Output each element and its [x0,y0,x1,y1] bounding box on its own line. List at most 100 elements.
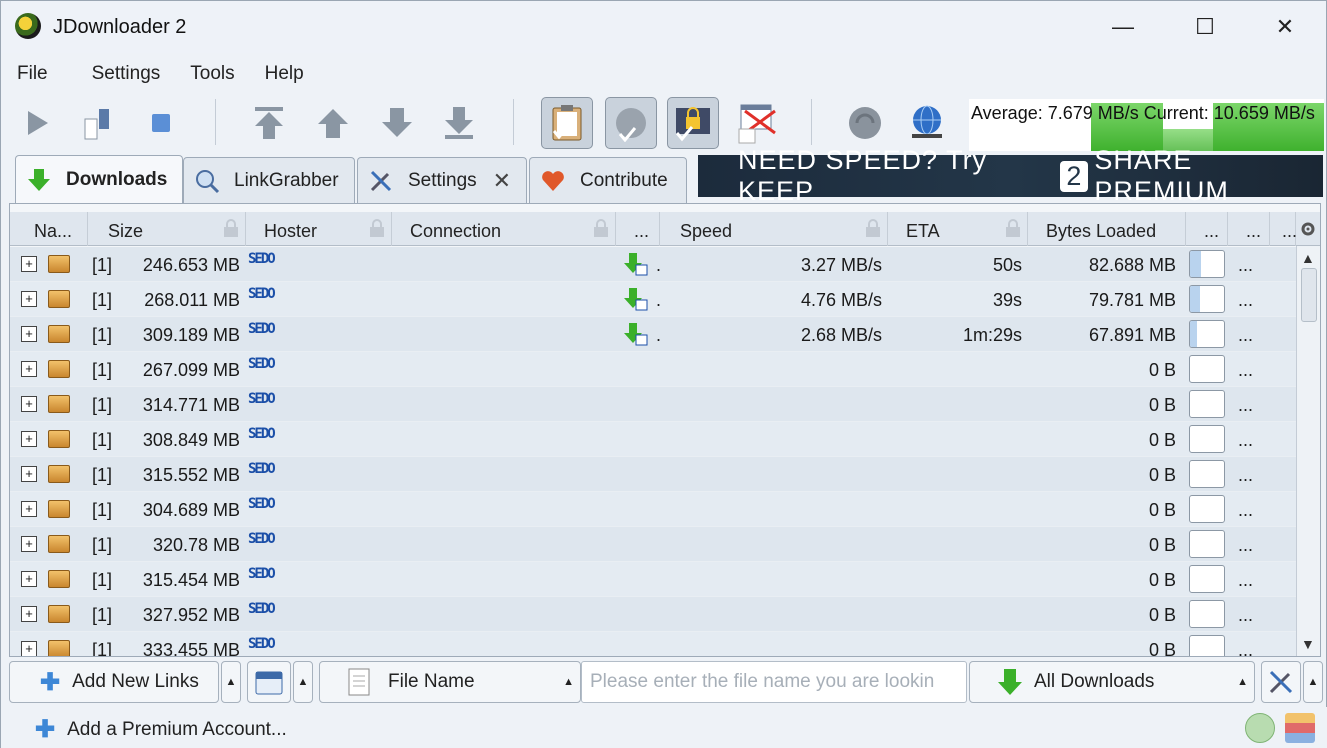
column-header-hoster[interactable]: Hoster [246,212,392,246]
table-row[interactable]: + [1] 268.011 MB SEDO. 4.76 MB/s 39s 79.781 MB… [10,282,1296,317]
package-tools-menu-button[interactable]: ▲ [293,661,313,703]
table-row[interactable]: + [1] 315.454 MB SEDO 0 B... [10,562,1296,597]
premium-toggle[interactable] [667,97,719,149]
file-count: [1] [92,360,113,380]
scroll-down-icon[interactable]: ▼ [1301,636,1315,652]
table-row[interactable]: + [1] 309.189 MB SEDO. 2.68 MB/s 1m:29s 67.891… [10,317,1296,352]
expand-icon[interactable]: + [21,396,37,412]
table-row[interactable]: + [1] 246.653 MB SEDO. 3.27 MB/s 50s 82.688 MB… [10,247,1296,282]
start-downloads-button[interactable] [11,97,63,149]
menu-file[interactable]: File [1,57,64,91]
reconnect-button[interactable] [839,97,891,149]
more-options[interactable]: ... [1238,500,1253,521]
progress-bar [1189,600,1225,628]
package-icon [48,430,70,448]
more-options[interactable]: ... [1238,290,1253,311]
column-header-eta[interactable]: ETA [888,212,1028,246]
more-options[interactable]: ... [1238,395,1253,416]
more-options[interactable]: ... [1238,430,1253,451]
download-filter-select[interactable]: All Downloads ▲ [969,661,1255,703]
download-eta: 50s [992,255,1022,275]
clipboard-observer-toggle[interactable] [541,97,593,149]
extraction-status-icon[interactable] [1285,713,1315,743]
move-to-top-button[interactable] [243,97,295,149]
expand-icon[interactable]: + [21,501,37,517]
more-options[interactable]: ... [1238,360,1253,381]
table-row[interactable]: + [1] 308.849 MB SEDO 0 B... [10,422,1296,457]
stop-downloads-button[interactable] [135,97,187,149]
update-button[interactable] [901,97,953,149]
table-row[interactable]: + [1] 320.78 MB SEDO 0 B... [10,527,1296,562]
scroll-up-icon[interactable]: ▲ [1301,250,1315,266]
maximize-button[interactable]: ☐ [1181,9,1229,45]
column-header-extra[interactable]: ... [616,212,660,246]
hoster-logo-icon: SEDO [248,251,276,267]
move-up-button[interactable] [307,97,359,149]
add-new-links-button[interactable]: ✚ Add New Links [9,661,219,703]
minimize-button[interactable]: — [1099,9,1147,45]
silent-mode-toggle[interactable] [731,97,783,149]
more-options[interactable]: ... [1238,325,1253,346]
menu-tools[interactable]: Tools [176,57,250,91]
premium-banner[interactable]: NEED SPEED? Try KEEP 2 SHARE PREMIUM [698,145,1323,206]
lock-icon [369,218,385,238]
close-button[interactable]: ✕ [1261,9,1309,45]
table-row[interactable]: + [1] 315.552 MB SEDO 0 B... [10,457,1296,492]
column-header-hoster-label: Hoster [264,221,318,241]
menu-settings[interactable]: Settings [64,57,177,91]
expand-icon[interactable]: + [21,256,37,272]
expand-icon[interactable]: + [21,291,37,307]
table-row[interactable]: + [1] 314.771 MB SEDO 0 B... [10,387,1296,422]
more-options[interactable]: ... [1238,570,1253,591]
progress-bar [1189,530,1225,558]
table-row[interactable]: + [1] 304.689 MB SEDO 0 B... [10,492,1296,527]
table-row[interactable]: + [1] 267.099 MB SEDO 0 B... [10,352,1296,387]
expand-icon[interactable]: + [21,326,37,342]
expand-icon[interactable]: + [21,571,37,587]
reconnect-status-icon[interactable] [1245,713,1275,743]
tab-linkgrabber[interactable]: LinkGrabber [183,157,355,203]
more-options[interactable]: ... [1238,255,1253,276]
expand-icon[interactable]: + [21,536,37,552]
scrollbar-thumb[interactable] [1301,268,1317,322]
add-links-menu-button[interactable]: ▲ [221,661,241,703]
downloads-table: Na... Size Hoster Connection ... Speed E… [9,203,1321,657]
more-options[interactable]: ... [1238,605,1253,626]
column-header-connection[interactable]: Connection [392,212,616,246]
vertical-scrollbar[interactable]: ▲ ▼ [1296,246,1320,656]
search-input[interactable] [581,661,967,703]
caret-up-icon: ▲ [563,676,574,688]
column-header-size[interactable]: Size [88,212,246,246]
expand-icon[interactable]: + [21,606,37,622]
add-premium-account-link[interactable]: ✚ Add a Premium Account... [35,715,287,744]
move-down-button[interactable] [371,97,423,149]
column-header-extra-2[interactable]: ... [1228,212,1270,246]
column-header-name[interactable]: Na... [10,212,88,246]
expand-icon[interactable]: + [21,431,37,447]
search-column-select[interactable]: File Name ▲ [319,661,581,703]
table-row[interactable]: + [1] 333.455 MB SEDO 0 B... [10,632,1296,656]
quick-settings-button[interactable] [1261,661,1301,703]
column-header-progress[interactable]: ... [1186,212,1228,246]
tab-contribute[interactable]: Contribute [529,157,687,203]
pause-downloads-button[interactable] [69,97,121,149]
expand-icon[interactable]: + [21,361,37,377]
auto-reconnect-toggle[interactable] [605,97,657,149]
menu-help[interactable]: Help [251,57,320,91]
tab-settings[interactable]: Settings ✕ [357,157,527,203]
package-tools-button[interactable] [247,661,291,703]
tab-downloads[interactable]: Downloads [15,155,183,203]
column-header-speed[interactable]: Speed [660,212,888,246]
table-row[interactable]: + [1] 327.952 MB SEDO 0 B... [10,597,1296,632]
close-tab-icon[interactable]: ✕ [493,168,511,194]
more-options[interactable]: ... [1238,640,1253,656]
column-header-bytes-loaded[interactable]: Bytes Loaded [1028,212,1186,246]
more-options[interactable]: ... [1238,535,1253,556]
more-options[interactable]: ... [1238,465,1253,486]
move-to-bottom-button[interactable] [433,97,485,149]
column-header-extra-3[interactable]: ... [1270,212,1297,246]
quick-settings-menu-button[interactable]: ▲ [1303,661,1323,703]
expand-icon[interactable]: + [21,641,37,656]
expand-icon[interactable]: + [21,466,37,482]
column-settings-button[interactable] [1296,212,1320,246]
